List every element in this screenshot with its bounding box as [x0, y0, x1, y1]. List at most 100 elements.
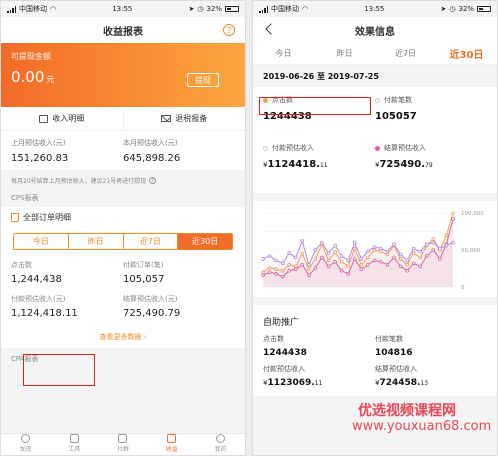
view-more-label: 查看更多数据	[99, 333, 142, 341]
battery-percent: 32%	[206, 5, 222, 13]
user-icon	[216, 434, 226, 443]
orders-panel: 全部订单明细 今日 昨日 近7日 近30日 点击数 1,244,438 付款订单(…	[1, 207, 245, 348]
tab-label: 工具	[68, 446, 81, 453]
tab-7-days[interactable]: 近7日	[375, 43, 436, 64]
self-value: 1244438	[263, 348, 307, 358]
self-value: 724458.	[379, 378, 421, 388]
withdraw-button[interactable]: 提现	[187, 73, 219, 87]
stat-value: 725,490.79	[123, 308, 181, 319]
tab-community[interactable]: 社群	[99, 434, 148, 455]
stat-label: 结算预估收入(元)	[123, 295, 178, 303]
data-point	[307, 262, 311, 267]
tab-bar: 发现 工具 社群 收益 我的	[1, 433, 245, 455]
battery-icon	[225, 6, 239, 12]
segment-30-days[interactable]: 近30日	[177, 234, 232, 249]
all-orders-link[interactable]: 全部订单明细	[1, 207, 245, 227]
left-phone-screen: 中国移动 ◠ 13:55 ➤ ◷ 32% 收益报表 ? 可提现金额 0.00 元 …	[0, 0, 246, 456]
tab-tools[interactable]: 工具	[50, 434, 99, 455]
withdrawable-amount: 0.00	[11, 68, 45, 86]
metric-decimals: 11	[319, 162, 328, 169]
highlight-box	[259, 97, 371, 115]
data-point	[392, 242, 396, 246]
data-point	[326, 251, 331, 255]
self-label: 结算预估收入	[375, 365, 417, 373]
grid-icon	[118, 434, 128, 443]
help-icon[interactable]: ?	[223, 24, 235, 36]
cps-section-label: CPS报表	[11, 194, 39, 202]
segment-yesterday[interactable]: 昨日	[67, 234, 123, 249]
stats-grid: 点击数 1,244,438 付款订单(笔) 105,057 付款预估收入(元) 1,1…	[1, 254, 245, 324]
period-segment: 今日 昨日 近7日 近30日	[13, 233, 233, 250]
data-point	[379, 246, 383, 251]
last-month-value: 151,260.83	[11, 153, 69, 164]
metric-value: 725490.	[379, 159, 426, 170]
self-label: 点击数	[263, 335, 284, 343]
tab-30-days[interactable]: 近30日	[436, 43, 497, 64]
alarm-icon: ◷	[197, 5, 204, 13]
data-point	[293, 255, 298, 260]
period-tabs: 今日 昨日 近7日 近30日	[253, 43, 497, 65]
data-point	[451, 211, 455, 215]
link-row: 收入明细 退税报备	[1, 107, 245, 131]
signal-icon	[259, 5, 268, 13]
back-icon[interactable]	[265, 23, 277, 35]
segment-today[interactable]: 今日	[14, 234, 68, 249]
tab-label: 收益	[165, 446, 178, 453]
status-bar: 中国移动 ◠ 13:55 ➤ ◷ 32%	[1, 1, 245, 17]
data-point	[359, 257, 364, 261]
y-tick-label: 100,000	[461, 211, 484, 217]
data-point	[261, 257, 265, 261]
metric-label: 付款预估收入	[272, 144, 314, 152]
battery-icon	[477, 6, 491, 12]
income-detail-label: 收入明细	[52, 114, 85, 123]
order-list-icon	[11, 212, 19, 222]
data-point	[372, 245, 377, 249]
series-dot	[263, 145, 268, 151]
data-point	[313, 248, 318, 252]
tab-earnings[interactable]: 收益	[147, 434, 196, 455]
tab-label: 社群	[116, 446, 129, 453]
income-detail-link[interactable]: 收入明细	[1, 107, 123, 130]
stat-label: 付款订单(笔)	[123, 261, 164, 269]
tab-today[interactable]: 今日	[253, 43, 314, 64]
bar-chart-icon	[167, 434, 177, 443]
metric-settled-income[interactable]: 结算预估收入 ¥725490.79	[375, 139, 487, 187]
tax-report-link[interactable]: 退税报备	[122, 107, 246, 130]
tab-discover[interactable]: 发现	[1, 434, 50, 455]
data-point	[425, 242, 429, 246]
location-icon: ➤	[188, 5, 195, 13]
stat-label: 付款预估收入(元)	[11, 295, 66, 303]
tab-label: 发现	[19, 446, 32, 453]
withdrawable-banner: 可提现金额 0.00 元 提现	[1, 43, 245, 107]
trend-chart: 100,000 50,000 0	[253, 201, 497, 297]
receipt-icon	[39, 114, 49, 123]
chevron-right-icon: ›	[143, 333, 147, 341]
data-point	[418, 249, 423, 254]
nav-bar: 收益报表 ?	[1, 17, 245, 43]
data-point	[405, 258, 409, 263]
metric-paid-income[interactable]: 付款预估收入 ¥1124418.11	[263, 139, 375, 187]
data-point	[411, 246, 416, 251]
segment-7-days[interactable]: 近7日	[122, 234, 178, 249]
this-month-label: 本月预估收入(元)	[123, 139, 178, 147]
data-point	[300, 239, 305, 243]
data-point	[280, 261, 285, 266]
all-orders-label: 全部订单明细	[23, 212, 71, 222]
view-more-link[interactable]: 查看更多数据 ›	[1, 324, 245, 348]
amount-unit: 元	[46, 75, 55, 84]
self-value: 104816	[375, 348, 413, 358]
tab-yesterday[interactable]: 昨日	[314, 43, 375, 64]
stat-value: 1,124,418.11	[11, 308, 78, 319]
alarm-icon: ◷	[449, 5, 456, 13]
monthly-estimates: 上月预估收入(元) 151,260.83 本月预估收入(元) 645,898.2…	[1, 131, 245, 170]
data-point	[438, 246, 442, 251]
metric-paid-count[interactable]: 付款笔数 105057	[375, 91, 487, 139]
stat-value: 105,057	[123, 274, 165, 285]
self-settled-income: 结算预估收入 ¥724458.13	[375, 362, 487, 392]
series-dot	[375, 145, 380, 151]
watermark-line1: 优选视频课程网	[358, 403, 456, 419]
tab-me[interactable]: 我的	[196, 434, 245, 455]
data-point	[451, 240, 455, 245]
question-icon[interactable]: ?	[149, 177, 157, 184]
data-point	[366, 249, 370, 254]
